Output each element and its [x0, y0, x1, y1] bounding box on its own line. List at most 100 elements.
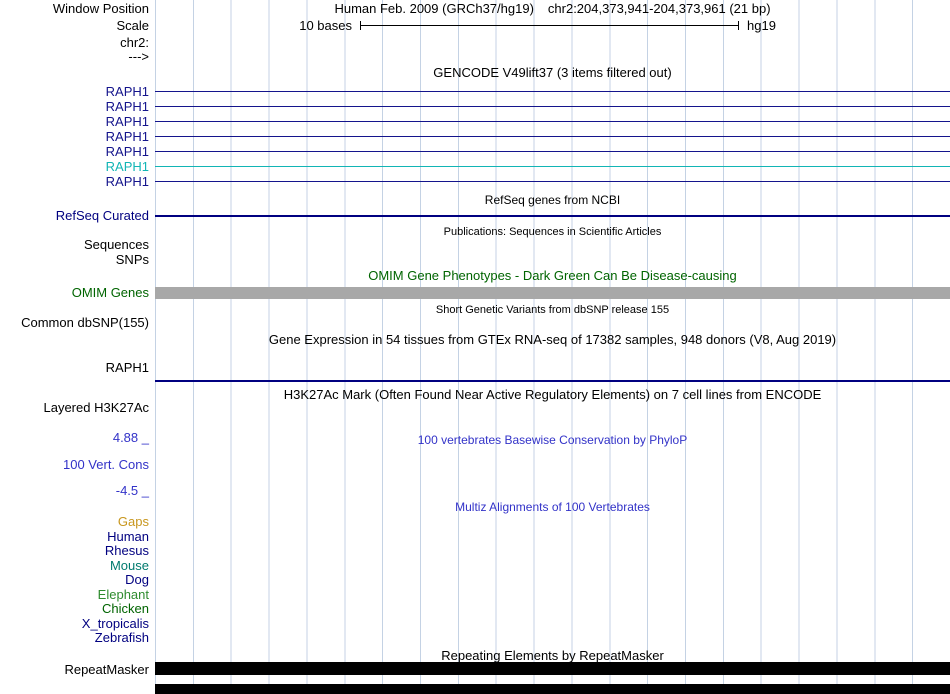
conservation-title: 100 vertebrates Basewise Conservation by… — [417, 433, 688, 447]
h3k27ac-title: H3K27Ac Mark (Often Found Near Active Re… — [283, 387, 822, 402]
minus-strand-arrows — [155, 129, 950, 144]
ruler-row: chr2: — [0, 36, 950, 50]
chromosome-label: chr2: — [120, 35, 149, 50]
window-position-label: Window Position — [52, 1, 149, 16]
track-label-raph1-6[interactable]: RAPH1 — [0, 159, 149, 174]
track-label-raph1-4[interactable]: RAPH1 — [0, 129, 149, 144]
scale-track: 10 bases hg19 — [155, 19, 950, 33]
refseq-row: RefSeq Curated — [0, 208, 950, 223]
multiz-row-rhesus: Rhesus — [0, 544, 950, 558]
dbsnp-title: Short Genetic Variants from dbSNP releas… — [435, 304, 670, 316]
multiz-row-xtropicalis: X_tropicalis — [0, 616, 950, 631]
species-label-chicken[interactable]: Chicken — [0, 602, 149, 616]
publications-title-row: Publications: Sequences in Scientific Ar… — [0, 224, 950, 238]
refseq-title: RefSeq genes from NCBI — [484, 193, 621, 207]
gene-model-raph1-3[interactable] — [155, 114, 950, 129]
gtex-baseline — [155, 380, 950, 382]
minus-strand-arrows — [155, 174, 950, 189]
gene-model-raph1-7[interactable] — [155, 174, 950, 189]
dbsnp-title-row: Short Genetic Variants from dbSNP releas… — [0, 302, 950, 316]
alignment-row-chicken[interactable] — [155, 602, 950, 616]
base-sequence[interactable] — [155, 50, 950, 64]
gtex-title: Gene Expression in 54 tissues from GTEx … — [268, 332, 837, 347]
multiz-row-elephant: Elephant — [0, 587, 950, 602]
cons-title-row: 100 vertebrates Basewise Conservation by… — [0, 433, 950, 447]
omim-row: OMIM Genes — [0, 286, 950, 300]
multiz-row-dog: Dog — [0, 573, 950, 587]
species-label-mouse[interactable]: Mouse — [0, 558, 149, 573]
window-coordinates: chr2:204,373,941-204,373,961 (21 bp) — [547, 1, 771, 16]
conservation-plot[interactable] — [155, 455, 950, 497]
layered-h3k27ac-label[interactable]: Layered H3K27Ac — [0, 401, 149, 415]
alignment-row-mouse[interactable] — [155, 559, 950, 573]
genome-browser: Window Position Human Feb. 2009 (GRCh37/… — [0, 0, 950, 694]
species-label-rhesus[interactable]: Rhesus — [0, 544, 149, 558]
repeatmasker-title-row: Repeating Elements by RepeatMasker — [0, 649, 950, 663]
gene-row: RAPH1 — [0, 144, 950, 159]
alignment-row-rhesus[interactable] — [155, 544, 950, 558]
gtex-raph1-label[interactable]: RAPH1 — [0, 361, 149, 375]
multiz-row-zebrafish: Zebrafish — [0, 631, 950, 645]
omim-genes-label[interactable]: OMIM Genes — [0, 286, 149, 300]
scale-assembly-tag: hg19 — [747, 18, 776, 33]
track-label-raph1-1[interactable]: RAPH1 — [0, 84, 149, 99]
gene-row: RAPH1 — [0, 114, 950, 129]
species-label-gaps[interactable]: Gaps — [0, 515, 149, 529]
minus-strand-arrows — [155, 84, 950, 99]
position-header: Human Feb. 2009 (GRCh37/hg19) chr2:204,3… — [155, 2, 950, 16]
gtex-title-row: Gene Expression in 54 tissues from GTEx … — [0, 333, 950, 347]
alignment-row-elephant[interactable] — [155, 588, 950, 602]
sequences-label[interactable]: Sequences — [0, 238, 149, 252]
species-label-xtropicalis[interactable]: X_tropicalis — [0, 616, 149, 631]
gene-model-raph1-6[interactable] — [155, 159, 950, 174]
refseq-gene-line[interactable] — [155, 208, 950, 223]
minus-strand-arrows — [155, 144, 950, 159]
alignment-row-xtropicalis[interactable] — [155, 617, 950, 631]
species-label-human[interactable]: Human — [0, 529, 149, 544]
alignment-row-gaps[interactable] — [155, 515, 950, 529]
common-dbsnp-label[interactable]: Common dbSNP(155) — [0, 316, 149, 330]
species-label-elephant[interactable]: Elephant — [0, 587, 149, 602]
multiz-row-gaps: Gaps — [0, 515, 950, 529]
window-position-row: Window Position Human Feb. 2009 (GRCh37/… — [0, 2, 950, 16]
minus-strand-arrows — [155, 159, 950, 174]
multiz-row-human: Human — [0, 529, 950, 544]
track-label-raph1-2[interactable]: RAPH1 — [0, 99, 149, 114]
multiz-title: Multiz Alignments of 100 Vertebrates — [455, 500, 650, 514]
alignment-row-human[interactable] — [155, 530, 950, 544]
omim-gene-bar[interactable] — [155, 286, 950, 300]
multiz-title-row: Multiz Alignments of 100 Vertebrates — [0, 500, 950, 514]
repeatmasker-bar-2[interactable] — [155, 684, 950, 694]
track-label-raph1-5[interactable]: RAPH1 — [0, 144, 149, 159]
cons-min-label: -4.5 _ — [115, 483, 149, 498]
track-label-raph1-7[interactable]: RAPH1 — [0, 174, 149, 189]
gencode-title: GENCODE V49lift37 (3 items filtered out) — [433, 65, 672, 80]
gencode-title-row: GENCODE V49lift37 (3 items filtered out) — [0, 66, 950, 80]
publications-title: Publications: Sequences in Scientific Ar… — [443, 226, 662, 238]
species-label-dog[interactable]: Dog — [0, 573, 149, 587]
gene-row: RAPH1 — [0, 84, 950, 99]
scale-label: Scale — [116, 18, 149, 33]
snps-label[interactable]: SNPs — [0, 253, 149, 267]
gene-model-raph1-5[interactable] — [155, 144, 950, 159]
strand-direction-label: ---> — [128, 49, 149, 64]
repeatmasker-label-row: RepeatMasker — [0, 663, 950, 677]
position-ruler[interactable] — [155, 36, 950, 50]
gene-model-raph1-1[interactable] — [155, 84, 950, 99]
conservation-label[interactable]: 100 Vert. Cons — [0, 458, 149, 472]
alignment-row-dog[interactable] — [155, 573, 950, 587]
gtex-bar-chart[interactable] — [155, 354, 950, 380]
sequences-row: Sequences — [0, 238, 950, 252]
dbsnp-row: Common dbSNP(155) — [0, 316, 950, 330]
refseq-title-row: RefSeq genes from NCBI — [0, 193, 950, 207]
gene-row: RAPH1 — [0, 129, 950, 144]
gene-model-raph1-4[interactable] — [155, 129, 950, 144]
multiz-row-chicken: Chicken — [0, 602, 950, 616]
gene-row: RAPH1 — [0, 159, 950, 174]
refseq-curated-label[interactable]: RefSeq Curated — [0, 208, 149, 223]
species-label-zebrafish[interactable]: Zebrafish — [0, 631, 149, 645]
track-label-raph1-3[interactable]: RAPH1 — [0, 114, 149, 129]
gene-model-raph1-2[interactable] — [155, 99, 950, 114]
repeatmasker-label[interactable]: RepeatMasker — [0, 663, 149, 677]
alignment-row-zebrafish[interactable] — [155, 631, 950, 645]
